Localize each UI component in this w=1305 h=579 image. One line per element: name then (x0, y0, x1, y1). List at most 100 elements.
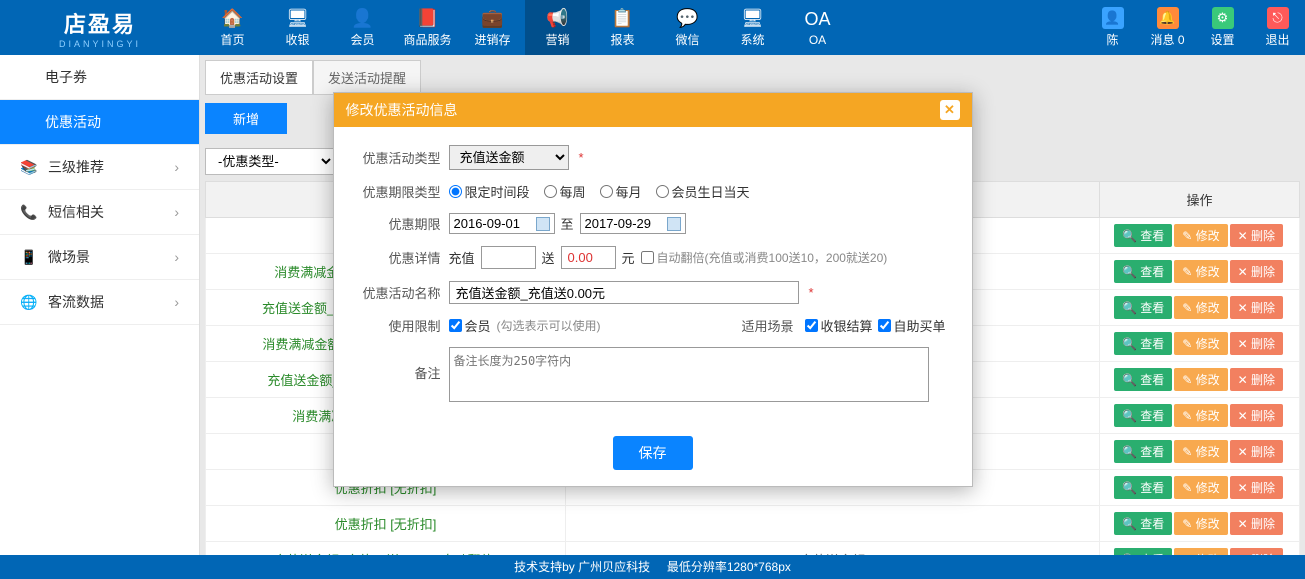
edit-button[interactable]: ✎ 修改 (1174, 440, 1227, 463)
edit-button[interactable]: ✎ 修改 (1174, 224, 1227, 247)
member-checkbox[interactable]: 会员 (449, 316, 491, 335)
view-button[interactable]: 🔍 查看 (1114, 548, 1172, 555)
recharge-input[interactable] (481, 246, 536, 269)
topnav-收银[interactable]: 🖥收银 (265, 0, 330, 55)
sidebar-item-三级推荐[interactable]: 📚三级推荐› (0, 145, 199, 190)
sidebar-item-优惠活动[interactable]: 优惠活动 (0, 100, 199, 145)
date-to-input[interactable] (585, 216, 663, 231)
nav-icon: 🏠 (222, 7, 244, 29)
label-period: 优惠期限 (354, 214, 449, 233)
topnav-进销存[interactable]: 💼进销存 (460, 0, 525, 55)
tab-优惠活动设置[interactable]: 优惠活动设置 (205, 60, 313, 95)
delete-button[interactable]: ✕ 删除 (1230, 332, 1283, 355)
topright-消息 0[interactable]: 🔔消息 0 (1140, 0, 1195, 55)
footer-support: 技术支持by 广州贝应科技 (514, 560, 650, 574)
topnav-会员[interactable]: 👤会员 (330, 0, 395, 55)
sidebar-item-电子券[interactable]: 电子券 (0, 55, 199, 100)
scene-checkbox-自助买单[interactable]: 自助买单 (878, 316, 945, 335)
edit-button[interactable]: ✎ 修改 (1174, 512, 1227, 535)
period-radio-每月[interactable]: 每月 (600, 182, 642, 201)
sidebar-icon: 🌐 (20, 293, 38, 311)
topnav-微信[interactable]: 💬微信 (655, 0, 720, 55)
date-from-box[interactable] (449, 213, 555, 234)
topnav-营销[interactable]: 📢营销 (525, 0, 590, 55)
edit-button[interactable]: ✎ 修改 (1174, 404, 1227, 427)
delete-button[interactable]: ✕ 删除 (1230, 548, 1283, 555)
nav-icon: 💼 (482, 7, 504, 29)
calendar-icon[interactable] (667, 217, 681, 231)
save-button[interactable]: 保存 (613, 436, 693, 470)
delete-button[interactable]: ✕ 删除 (1230, 260, 1283, 283)
view-button[interactable]: 🔍 查看 (1114, 440, 1172, 463)
modal-header: 修改优惠活动信息 ✕ (334, 93, 972, 127)
table-row: 优惠折扣 [无折扣]🔍 查看✎ 修改✕ 删除 (206, 506, 1300, 542)
view-button[interactable]: 🔍 查看 (1114, 296, 1172, 319)
edit-button[interactable]: ✎ 修改 (1174, 296, 1227, 319)
calendar-icon[interactable] (536, 217, 550, 231)
topnav-系统[interactable]: 🖥系统 (720, 0, 785, 55)
footer: 技术支持by 广州贝应科技 最低分辨率1280*768px (0, 555, 1305, 579)
sidebar-item-短信相关[interactable]: 📞短信相关› (0, 190, 199, 235)
activity-type-select[interactable]: 充值送金额 (449, 145, 569, 170)
give-input[interactable] (561, 246, 616, 269)
view-button[interactable]: 🔍 查看 (1114, 512, 1172, 535)
tab-发送活动提醒[interactable]: 发送活动提醒 (313, 60, 421, 95)
period-radio-每周[interactable]: 每周 (544, 182, 586, 201)
cell-ops: 🔍 查看✎ 修改✕ 删除 (1100, 326, 1300, 362)
edit-activity-modal: 修改优惠活动信息 ✕ 优惠活动类型 充值送金额 * 优惠期限类型 限定时间段每周… (333, 92, 973, 487)
nav-icon: 💬 (677, 7, 699, 29)
sidebar-item-label: 客流数据 (48, 292, 104, 312)
view-button[interactable]: 🔍 查看 (1114, 260, 1172, 283)
delete-button[interactable]: ✕ 删除 (1230, 440, 1283, 463)
topright-icon: ⚙ (1212, 7, 1234, 29)
member-checkbox-input[interactable] (449, 319, 462, 332)
cell-name: 充值送金额_充值50送5.00元[自动翻倍] (206, 542, 566, 556)
edit-button[interactable]: ✎ 修改 (1174, 260, 1227, 283)
topnav-OA[interactable]: OAOA (785, 0, 850, 55)
auto-double-checkbox[interactable]: 自动翻倍(充值或消费100送10，200就送20) (641, 249, 888, 266)
delete-button[interactable]: ✕ 删除 (1230, 476, 1283, 499)
date-to-box[interactable] (580, 213, 686, 234)
view-button[interactable]: 🔍 查看 (1114, 368, 1172, 391)
edit-button[interactable]: ✎ 修改 (1174, 332, 1227, 355)
sidebar-icon: 📱 (20, 248, 38, 266)
delete-button[interactable]: ✕ 删除 (1230, 224, 1283, 247)
period-radio-限定时间段[interactable]: 限定时间段 (449, 182, 530, 201)
topnav-商品服务[interactable]: 📕商品服务 (395, 0, 460, 55)
cell-ops: 🔍 查看✎ 修改✕ 删除 (1100, 434, 1300, 470)
sidebar-item-客流数据[interactable]: 🌐客流数据› (0, 280, 199, 325)
topright-退出[interactable]: ⎋退出 (1250, 0, 1305, 55)
edit-button[interactable]: ✎ 修改 (1174, 368, 1227, 391)
view-button[interactable]: 🔍 查看 (1114, 224, 1172, 247)
date-from-input[interactable] (454, 216, 532, 231)
auto-double-input[interactable] (641, 251, 654, 264)
edit-button[interactable]: ✎ 修改 (1174, 476, 1227, 499)
chevron-right-icon: › (174, 249, 179, 265)
period-radio-会员生日当天[interactable]: 会员生日当天 (656, 182, 750, 201)
topright-设置[interactable]: ⚙设置 (1195, 0, 1250, 55)
label-activity-type: 优惠活动类型 (354, 148, 449, 167)
sidebar-item-微场景[interactable]: 📱微场景› (0, 235, 199, 280)
cell-ops: 🔍 查看✎ 修改✕ 删除 (1100, 506, 1300, 542)
date-to-label: 至 (561, 214, 574, 233)
topnav-首页[interactable]: 🏠首页 (200, 0, 265, 55)
edit-button[interactable]: ✎ 修改 (1174, 548, 1227, 555)
cell-ops: 🔍 查看✎ 修改✕ 删除 (1100, 542, 1300, 556)
scene-checkbox-收银结算[interactable]: 收银结算 (805, 316, 872, 335)
view-button[interactable]: 🔍 查看 (1114, 404, 1172, 427)
topright-陈[interactable]: 👤陈 (1085, 0, 1140, 55)
filter-type-select[interactable]: -优惠类型- (205, 148, 335, 175)
top-right-menu: 👤陈🔔消息 0⚙设置⎋退出 (1085, 0, 1305, 55)
view-button[interactable]: 🔍 查看 (1114, 476, 1172, 499)
delete-button[interactable]: ✕ 删除 (1230, 296, 1283, 319)
close-icon[interactable]: ✕ (940, 100, 960, 120)
delete-button[interactable]: ✕ 删除 (1230, 368, 1283, 391)
add-button[interactable]: 新增 (205, 103, 287, 134)
delete-button[interactable]: ✕ 删除 (1230, 404, 1283, 427)
delete-button[interactable]: ✕ 删除 (1230, 512, 1283, 535)
activity-name-input[interactable] (449, 281, 799, 304)
remark-textarea[interactable] (449, 347, 929, 402)
view-button[interactable]: 🔍 查看 (1114, 332, 1172, 355)
topnav-报表[interactable]: 📋报表 (590, 0, 655, 55)
cell-ops: 🔍 查看✎ 修改✕ 删除 (1100, 254, 1300, 290)
